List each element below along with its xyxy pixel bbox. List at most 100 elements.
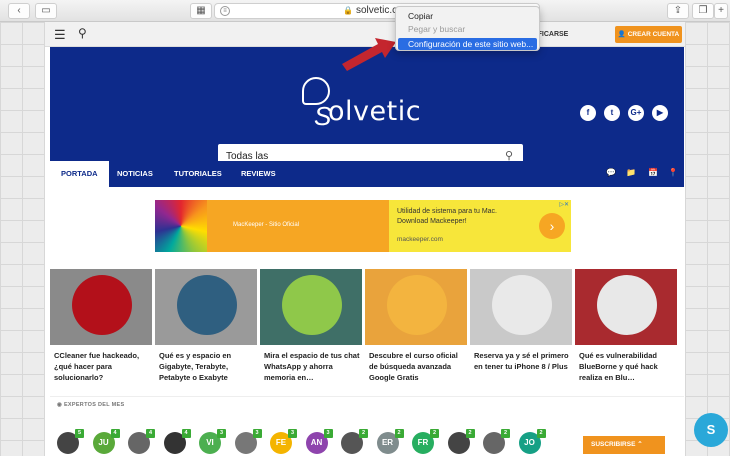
experts-title-text: EXPERTOS DEL MES xyxy=(63,402,125,408)
article-thumbnail[interactable] xyxy=(365,269,467,345)
chat-icon[interactable]: 💬 xyxy=(606,168,616,177)
main-nav: PORTADA NOTICIAS TUTORIALES REVIEWS 💬 📁 … xyxy=(50,161,684,187)
ad-line-1: Utilidad de sistema para tu Mac. xyxy=(397,208,497,215)
facebook-icon[interactable]: f xyxy=(580,105,596,121)
sidebar-icon[interactable]: ▭ xyxy=(35,3,57,19)
youtube-icon[interactable]: ▶ xyxy=(652,105,668,121)
nav-reviews[interactable]: REVIEWS xyxy=(230,161,287,187)
article-title[interactable]: Descubre el curso oficial de búsqueda av… xyxy=(369,350,467,383)
menu-item-copy[interactable]: Copiar xyxy=(396,10,539,22)
page-margin-right xyxy=(685,22,730,456)
article-thumbnail[interactable] xyxy=(155,269,257,345)
location-icon[interactable]: 📍 xyxy=(668,168,678,177)
article-card[interactable]: Qué es vulnerabilidad BlueBorne y qué ha… xyxy=(575,269,677,400)
expert-count-badge: 2 xyxy=(430,429,439,438)
back-button[interactable]: ‹ xyxy=(8,3,30,19)
expert-avatar[interactable]: 5 xyxy=(57,429,84,454)
expert-avatar[interactable]: 2 xyxy=(341,429,368,454)
register-button[interactable]: 👤 CREAR CUENTA xyxy=(615,26,682,43)
nav-portada[interactable]: PORTADA xyxy=(50,161,109,187)
article-title[interactable]: Mira el espacio de tus chat WhatsApp y a… xyxy=(264,350,362,383)
solvetic-logo[interactable]: S olvetic xyxy=(302,77,432,135)
expert-avatar[interactable]: AN 3 xyxy=(305,429,333,454)
twitter-icon[interactable]: t xyxy=(604,105,620,121)
expert-count-badge: 3 xyxy=(288,429,297,438)
expert-avatar[interactable]: JO 2 xyxy=(518,429,546,454)
article-card[interactable]: CCleaner fue hackeado, ¿qué hacer para s… xyxy=(50,269,152,400)
ad-left-panel: MacKeeper - Sitio Oficial xyxy=(207,200,389,252)
page-margin-left xyxy=(0,22,45,456)
search-icon[interactable]: ⚲ xyxy=(78,26,87,40)
adchoices-icon[interactable]: ▷✕ xyxy=(559,201,569,208)
register-label: CREAR CUENTA xyxy=(627,31,680,38)
expert-count-badge: 2 xyxy=(359,429,368,438)
calendar-icon[interactable]: 📅 xyxy=(648,168,658,177)
expert-avatar[interactable]: 2 xyxy=(447,429,475,454)
article-title[interactable]: Qué es vulnerabilidad BlueBorne y qué ha… xyxy=(579,350,677,383)
article-thumbnail[interactable] xyxy=(260,269,362,345)
experts-title: ◉ EXPERTOS DEL MES xyxy=(57,402,125,408)
expert-avatar[interactable]: 4 xyxy=(163,429,191,454)
advertisement-banner[interactable]: MacKeeper - Sitio Oficial Utilidad de si… xyxy=(155,200,571,252)
expert-initials: ER xyxy=(381,438,394,447)
expert-initials: JU xyxy=(98,438,109,447)
ad-line-3: mackeeper.com xyxy=(397,236,443,243)
article-title[interactable]: Reserva ya y sé el primero en tener tu i… xyxy=(474,350,572,372)
expert-avatar[interactable]: FR 2 xyxy=(412,429,439,454)
article-thumbnail[interactable] xyxy=(50,269,152,345)
expert-count-badge: 2 xyxy=(501,429,510,438)
tab-overview-icon[interactable]: ▦ xyxy=(190,3,212,19)
share-icon[interactable]: ⇪ xyxy=(667,3,689,19)
expert-count-badge: 4 xyxy=(181,429,191,438)
lock-icon: 🔒 xyxy=(343,6,353,15)
browser-toolbar: ‹ ▭ ▦ ≡ 🔒 solvetic.com ⇪ ❐ + xyxy=(0,0,730,22)
article-card[interactable]: Mira el espacio de tus chat WhatsApp y a… xyxy=(260,269,362,400)
menu-item-site-settings[interactable]: Configuración de este sitio web... xyxy=(398,38,537,50)
article-illustration xyxy=(492,275,552,335)
expert-avatar[interactable]: 2 xyxy=(483,429,510,454)
new-tab-button[interactable]: + xyxy=(714,3,728,19)
expert-initials: VI xyxy=(206,438,214,447)
article-card[interactable]: Qué es y espacio en Gigabyte, Terabyte, … xyxy=(155,269,257,400)
article-title[interactable]: Qué es y espacio en Gigabyte, Terabyte, … xyxy=(159,350,257,383)
googleplus-icon[interactable]: G+ xyxy=(628,105,644,121)
subscribe-button[interactable]: SUSCRIBIRSE ⌃ xyxy=(583,436,665,454)
nav-noticias[interactable]: NOTICIAS xyxy=(106,161,164,187)
article-thumbnail[interactable] xyxy=(575,269,677,345)
article-illustration xyxy=(282,275,342,335)
expert-avatar[interactable]: 4 xyxy=(128,429,155,454)
nav-tutoriales[interactable]: TUTORIALES xyxy=(163,161,233,187)
expert-avatar[interactable]: ER 2 xyxy=(376,429,404,454)
article-card[interactable]: Reserva ya y sé el primero en tener tu i… xyxy=(470,269,572,400)
expert-count-badge: 2 xyxy=(394,429,404,438)
expert-initials: FE xyxy=(275,438,287,447)
ad-line-2: Download Mackeeper! xyxy=(397,218,467,225)
webpage: ☰ ⚲ 🔑 IDENTIFICARSE 👤 CREAR CUENTA S olv… xyxy=(45,22,685,456)
red-arrow-annotation xyxy=(342,38,396,71)
expert-avatar[interactable]: VI 3 xyxy=(199,429,226,454)
ad-wheel-image xyxy=(155,200,207,252)
ad-brand: MacKeeper - Sitio Oficial xyxy=(233,222,300,228)
article-thumbnail[interactable] xyxy=(470,269,572,345)
article-card[interactable]: Descubre el curso oficial de búsqueda av… xyxy=(365,269,467,400)
expert-count-badge: 2 xyxy=(465,429,475,438)
expert-count-badge: 3 xyxy=(217,429,226,438)
expert-count-badge: 4 xyxy=(146,429,155,438)
article-illustration xyxy=(177,275,237,335)
article-illustration xyxy=(72,275,132,335)
expert-avatar[interactable]: 3 xyxy=(234,429,262,454)
tabs-icon[interactable]: ❐ xyxy=(692,3,714,19)
article-title[interactable]: CCleaner fue hackeado, ¿qué hacer para s… xyxy=(54,350,152,383)
article-illustration xyxy=(597,275,657,335)
expert-avatar[interactable]: JU 4 xyxy=(92,429,120,454)
folder-icon[interactable]: 📁 xyxy=(626,168,636,177)
hamburger-menu-icon[interactable]: ☰ xyxy=(54,27,66,43)
reader-icon[interactable]: ≡ xyxy=(220,6,230,16)
expert-count-badge: 4 xyxy=(110,429,120,438)
solvetic-chat-icon[interactable]: S xyxy=(694,413,728,447)
section-divider xyxy=(50,396,684,397)
ad-arrow-icon[interactable]: › xyxy=(539,213,565,239)
menu-item-paste-search: Pegar y buscar xyxy=(408,24,466,34)
expert-avatar[interactable]: FE 3 xyxy=(270,429,297,454)
expert-count-badge: 2 xyxy=(536,429,546,438)
